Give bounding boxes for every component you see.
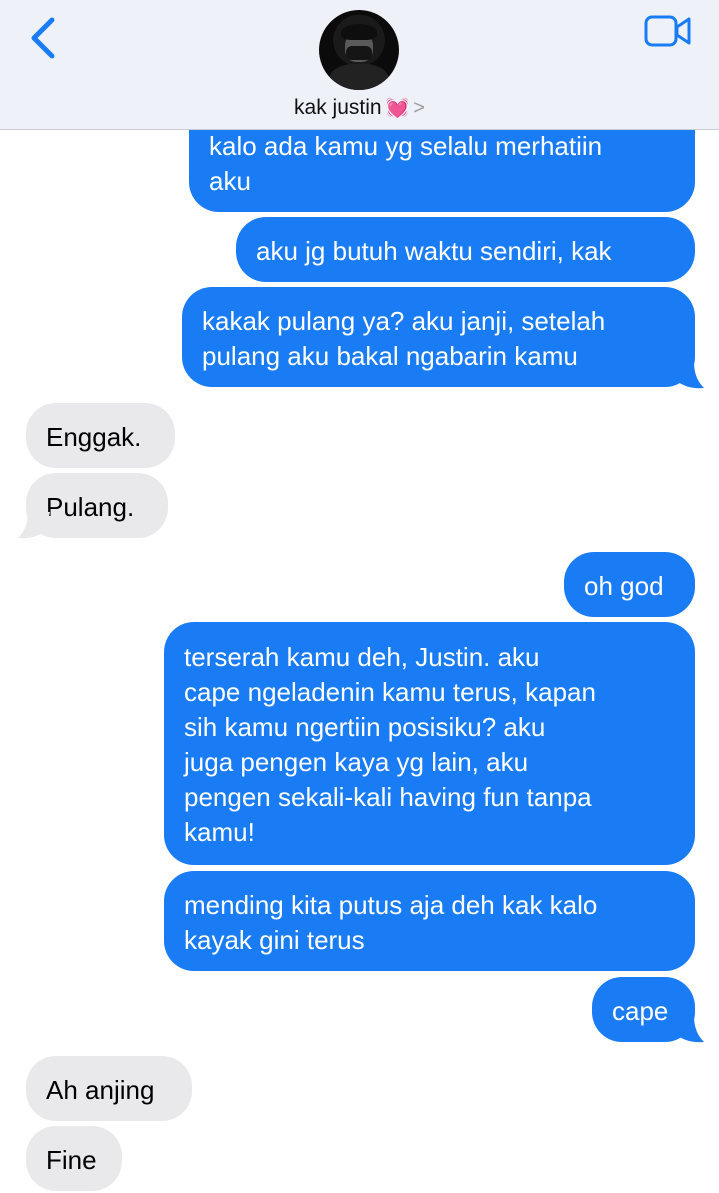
chevron-left-icon xyxy=(31,17,55,59)
message-bubble-outgoing[interactable]: aku jg butuh waktu sendiri, kak xyxy=(236,217,695,282)
conversation-header: kak justin 💓 > xyxy=(0,0,719,130)
video-camera-icon xyxy=(644,15,691,47)
message-bubble-incoming[interactable]: Fine xyxy=(26,1126,122,1191)
message-bubble-incoming[interactable]: Ah anjing xyxy=(26,1056,192,1121)
message-thread: kalo ada kamu yg selalu merhatiin aku ak… xyxy=(0,0,719,1193)
bubble-tail xyxy=(18,512,50,539)
contact-name-button[interactable]: kak justin 💓 > xyxy=(0,96,719,120)
bubble-tail xyxy=(672,1016,704,1043)
message-bubble-outgoing[interactable]: terserah kamu deh, Justin. aku cape ngel… xyxy=(164,622,695,865)
chevron-right-icon: > xyxy=(413,97,425,119)
back-button[interactable] xyxy=(24,14,64,62)
message-bubble-outgoing[interactable]: mending kita putus aja deh kak kalo kaya… xyxy=(164,871,695,971)
heart-emoji-icon: 💓 xyxy=(385,98,410,119)
contact-avatar[interactable] xyxy=(319,10,399,90)
contact-name: kak justin xyxy=(294,96,382,119)
message-bubble-outgoing[interactable]: oh god xyxy=(564,552,695,617)
message-bubble-incoming[interactable]: Enggak. xyxy=(26,403,175,468)
facetime-video-button[interactable] xyxy=(644,14,692,48)
message-bubble-outgoing[interactable]: kakak pulang ya? aku janji, setelah pula… xyxy=(182,287,695,387)
bubble-tail xyxy=(672,362,704,389)
